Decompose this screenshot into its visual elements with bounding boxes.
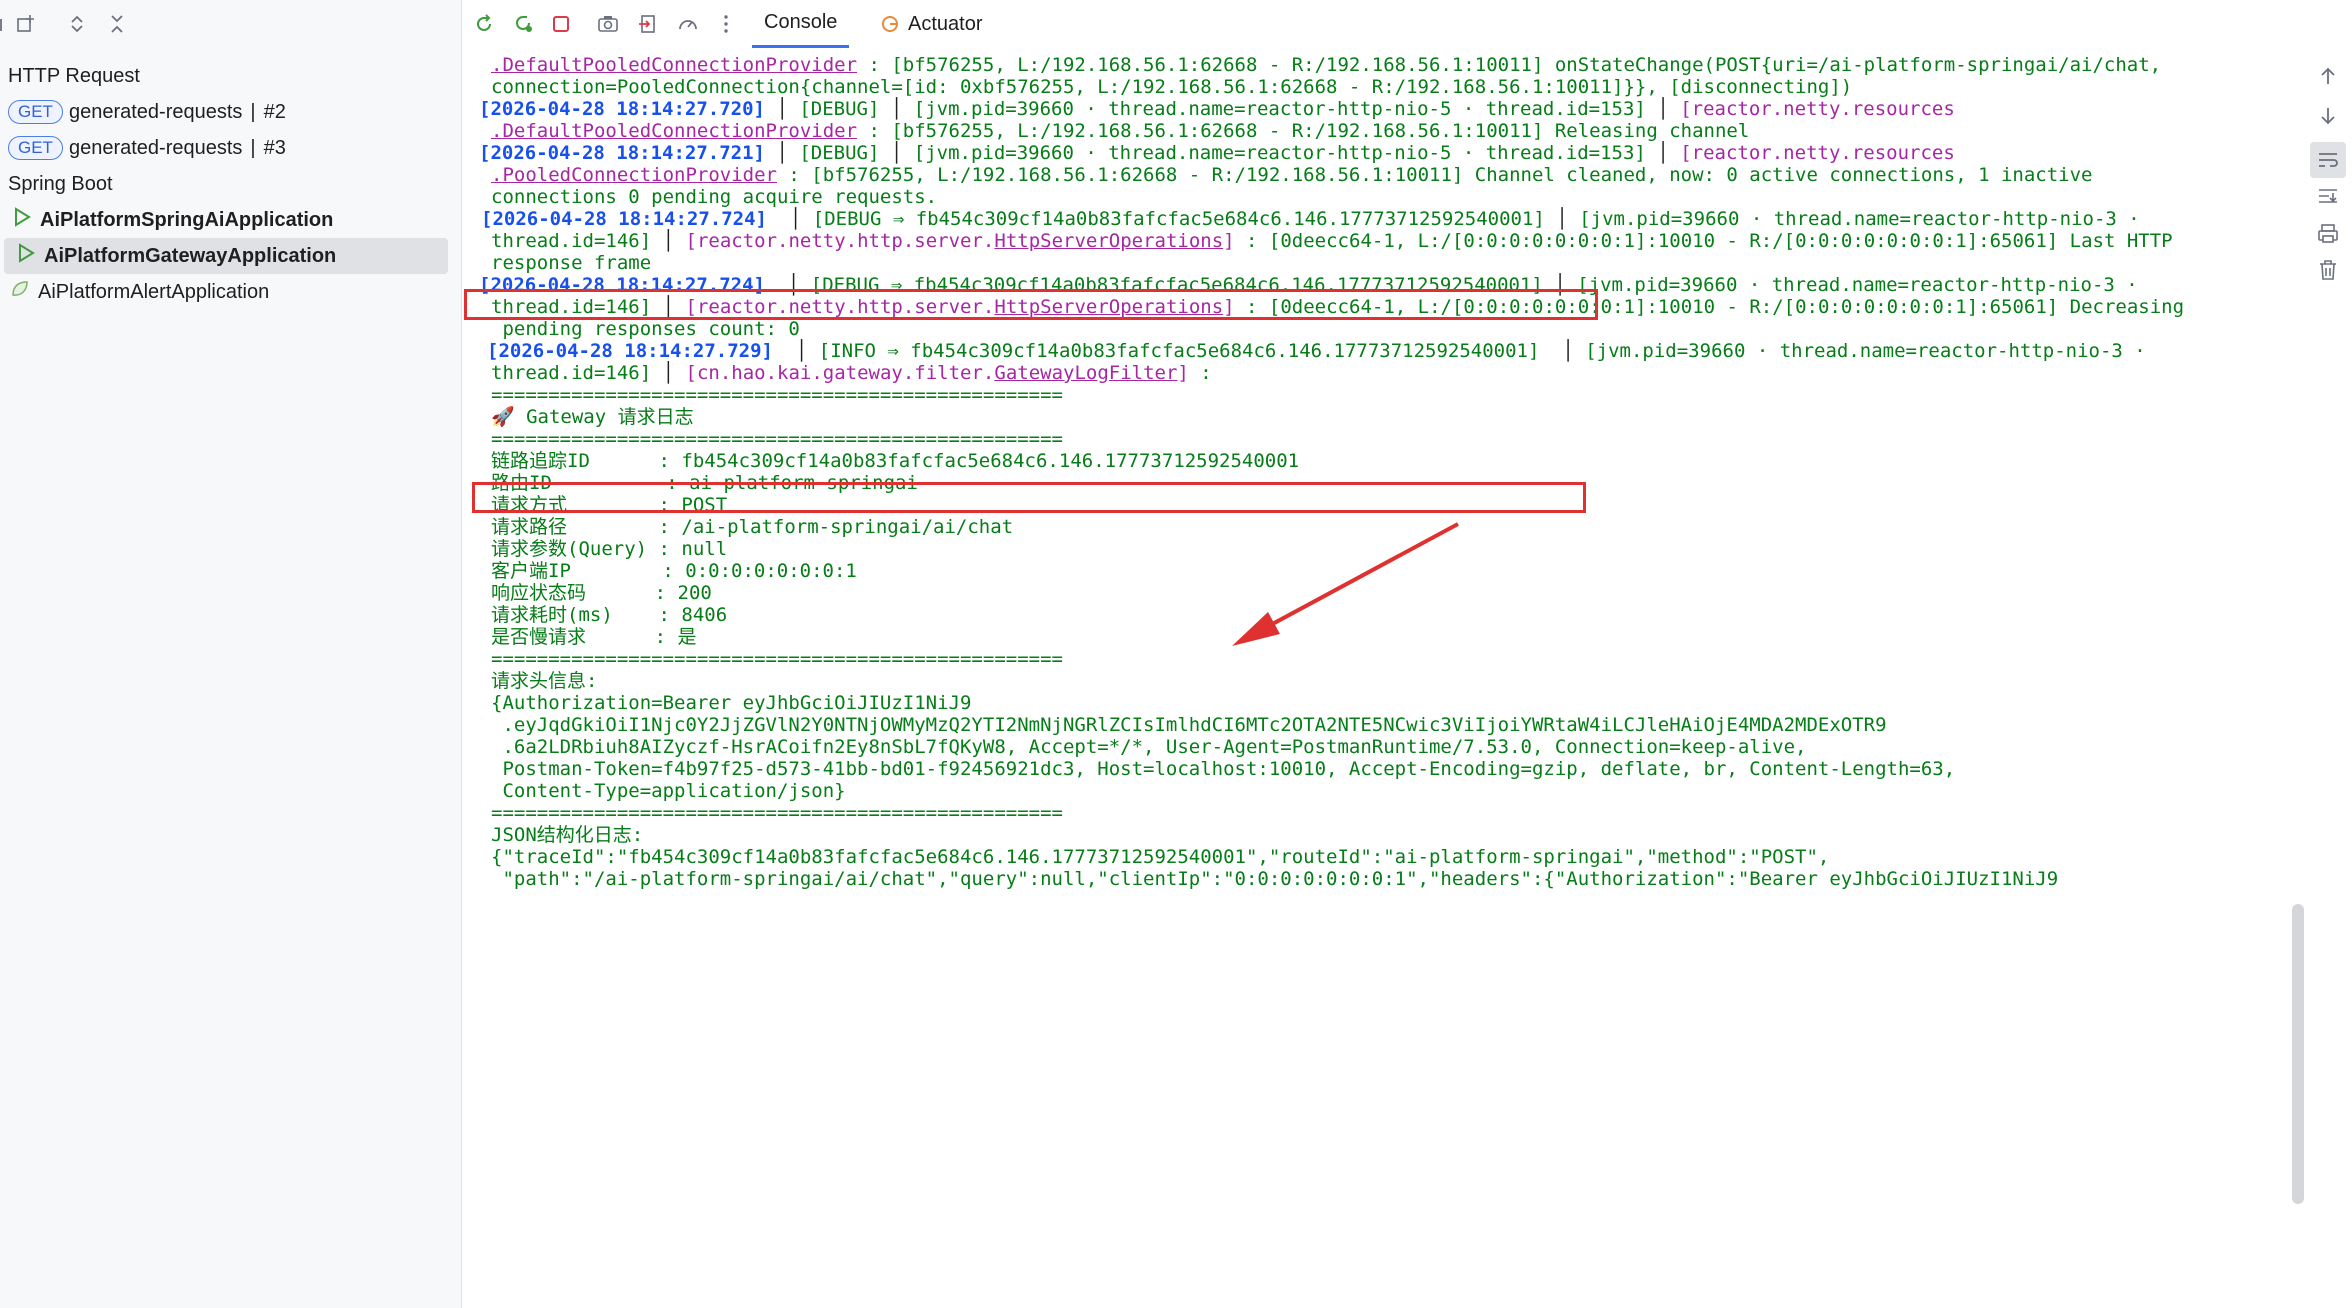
app-name: AiPlatformGatewayApplication [44,244,337,267]
exit-icon[interactable] [634,10,662,38]
tab-actuator[interactable]: Actuator [872,0,990,48]
console-output[interactable]: .DefaultPooledConnectionProvider : [bf57… [462,48,2300,1308]
spring-leaf-icon [10,279,30,305]
run-icon [16,243,36,269]
services-toolbar [0,0,461,46]
console-toolbar: Console Actuator [462,0,2352,48]
get-method-badge: GET [8,136,63,160]
clear-icon[interactable] [2316,258,2340,282]
tree-group-spring-boot[interactable]: Spring Boot [0,166,461,202]
request-separator: | [250,100,256,123]
console-side-toolbar [2304,48,2352,1308]
print-icon[interactable] [2316,222,2340,246]
console-scrollbar[interactable] [2292,904,2304,1204]
actuator-icon [880,14,900,34]
tree-item-request-3[interactable]: GET generated-requests | #3 [0,130,461,166]
tree-group-label: Spring Boot [8,172,113,195]
scroll-to-end-icon[interactable] [2316,184,2340,208]
soft-wrap-icon[interactable] [2310,142,2346,178]
services-panel: HTTP Request GET generated-requests | #2… [0,0,462,1308]
tab-actuator-label: Actuator [908,12,983,35]
request-separator: | [250,136,256,159]
tab-console[interactable]: Console [752,0,850,48]
tree-group-label: HTTP Request [8,64,140,87]
collapse-icon[interactable] [103,10,131,38]
rerun-icon[interactable] [470,10,498,38]
annotation-arrow [1232,522,1459,646]
tree-item-springai-app[interactable]: AiPlatformSpringAiApplication [0,202,461,238]
services-tree: HTTP Request GET generated-requests | #2… [0,58,461,310]
request-number: #2 [263,100,286,123]
request-name: generated-requests [68,136,243,159]
tab-console-label: Console [764,11,838,33]
stop-icon[interactable] [547,10,575,38]
scroll-up-icon[interactable] [2316,64,2340,88]
more-icon[interactable] [712,10,740,38]
gauge-icon[interactable] [674,10,702,38]
scroll-down-icon[interactable] [2316,104,2340,128]
tree-item-alert-app[interactable]: AiPlatformAlertApplication [0,274,461,310]
get-method-badge: GET [8,100,63,124]
run-icon [12,207,32,233]
camera-icon[interactable] [594,10,622,38]
request-number: #3 [263,136,286,159]
tree-group-http-request[interactable]: HTTP Request [0,58,461,94]
tree-item-request-2[interactable]: GET generated-requests | #2 [0,94,461,130]
request-name: generated-requests [68,100,243,123]
tree-item-gateway-app[interactable]: AiPlatformGatewayApplication [4,238,448,274]
run-console-panel: Console Actuator .DefaultPooledConnectio… [462,0,2352,1308]
expand-collapse-icon[interactable] [63,10,91,38]
app-name: AiPlatformSpringAiApplication [40,208,334,231]
new-window-icon[interactable] [12,10,40,38]
restart-icon[interactable] [510,10,538,38]
app-name: AiPlatformAlertApplication [38,280,270,303]
